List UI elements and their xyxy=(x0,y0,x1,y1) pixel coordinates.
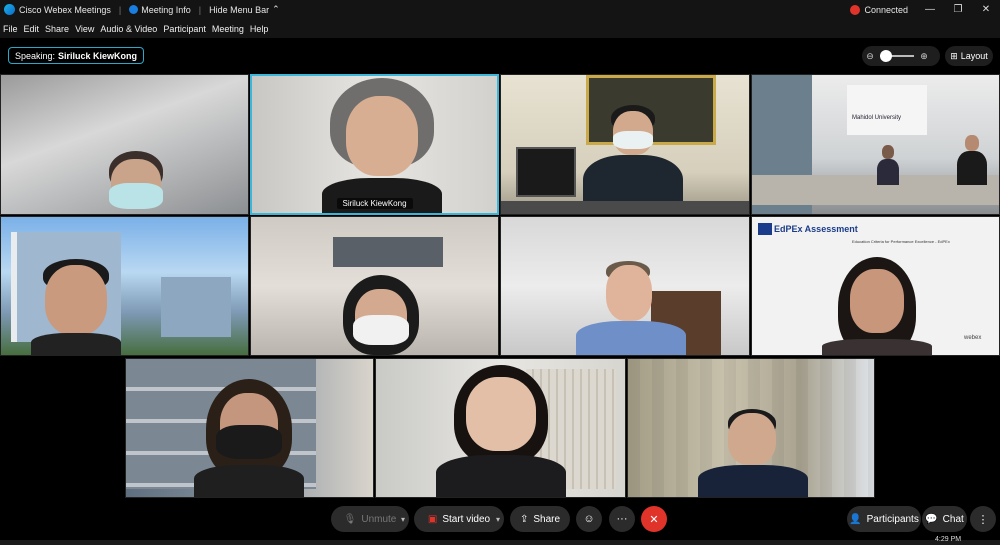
chevron-down-icon[interactable]: ▾ xyxy=(496,515,500,524)
title-separator: | xyxy=(198,4,202,15)
menu-share[interactable]: Share xyxy=(45,24,69,34)
panel-options-button[interactable]: ⋮ xyxy=(970,506,996,532)
menu-view[interactable]: View xyxy=(75,24,94,34)
webex-watermark: webex xyxy=(964,335,982,341)
menu-help[interactable]: Help xyxy=(250,24,269,34)
speaking-prefix: Speaking: xyxy=(15,50,56,61)
slide-title: EdPEx Assessment xyxy=(774,224,858,234)
room-sign-text: Mahidol University xyxy=(852,115,902,121)
menu-edit[interactable]: Edit xyxy=(24,24,40,34)
video-tile-1[interactable] xyxy=(0,74,249,215)
meeting-info-label: Meeting Info xyxy=(141,4,191,15)
restore-icon[interactable]: ❐ xyxy=(944,4,972,15)
share-icon: ⇪ xyxy=(519,513,529,525)
person-icon: 👤 xyxy=(849,513,862,525)
video-tile-active-speaker[interactable]: Siriluck KiewKong xyxy=(250,74,499,215)
zoom-slider[interactable]: ⊖ ⊕ xyxy=(862,46,940,66)
chat-button[interactable]: 💬 Chat xyxy=(922,506,967,532)
minimize-icon[interactable]: — xyxy=(916,4,944,15)
meeting-info-button[interactable]: Meeting Info xyxy=(129,5,191,15)
menu-file[interactable]: File xyxy=(3,24,18,34)
speaking-indicator: Speaking: Siriluck KiewKong xyxy=(8,47,145,64)
hide-menu-bar-label: Hide Menu Bar xyxy=(209,4,270,15)
slide-subtitle: Education Criteria for Performance Excel… xyxy=(852,239,950,244)
zoom-knob[interactable] xyxy=(880,50,892,62)
chat-label: Chat xyxy=(942,513,964,525)
video-tile-6[interactable] xyxy=(250,216,499,356)
layout-button[interactable]: ⊞ Layout xyxy=(945,46,993,66)
menu-bar: File Edit Share View Audio & Video Parti… xyxy=(0,19,1000,38)
connection-status[interactable]: Connected xyxy=(864,5,908,15)
title-bar: Cisco Webex Meetings | Meeting Info | Hi… xyxy=(0,0,1000,19)
more-icon: ⋮ xyxy=(977,513,989,526)
connection-status-icon xyxy=(850,4,861,15)
zoom-track[interactable] xyxy=(880,50,914,62)
close-icon[interactable]: ✕ xyxy=(972,4,1000,15)
close-icon: ✕ xyxy=(649,513,659,526)
participant-name-tag: Siriluck KiewKong xyxy=(336,198,413,209)
microphone-muted-icon: 🎙 xyxy=(343,513,357,525)
chevron-down-icon[interactable]: ▾ xyxy=(401,515,405,524)
smiley-icon: ☺ xyxy=(583,513,595,525)
zoom-in-icon[interactable]: ⊕ xyxy=(916,51,932,62)
taskbar xyxy=(0,540,1000,545)
video-tile-5[interactable] xyxy=(0,216,249,356)
unmute-label: Unmute xyxy=(361,513,397,525)
speaking-name: Siriluck KiewKong xyxy=(58,50,138,61)
app-title: Cisco Webex Meetings xyxy=(19,4,111,15)
video-tile-11[interactable] xyxy=(627,358,875,498)
reactions-button[interactable]: ☺ xyxy=(576,506,602,532)
layout-label: Layout xyxy=(960,51,988,61)
start-video-button[interactable]: ▣ Start video ▾ xyxy=(414,506,504,532)
video-tile-8-slide[interactable]: EdPEx Assessment Education Criteria for … xyxy=(751,216,1000,356)
participants-label: Participants xyxy=(866,513,919,525)
video-tile-4[interactable]: Mahidol University xyxy=(751,74,1000,215)
more-options-button[interactable]: ··· xyxy=(609,506,635,532)
zoom-out-icon[interactable]: ⊖ xyxy=(862,51,878,62)
info-icon xyxy=(129,5,139,14)
menu-meeting[interactable]: Meeting xyxy=(212,24,244,34)
unmute-button[interactable]: 🎙 Unmute ▾ xyxy=(331,506,409,532)
share-label: Share xyxy=(533,513,561,525)
menu-audio-video[interactable]: Audio & Video xyxy=(100,24,157,34)
meeting-controls: 🎙 Unmute ▾ ▣ Start video ▾ ⇪ Share ☺ ···… xyxy=(0,498,1000,540)
hide-menu-bar-button[interactable]: Hide Menu Bar ⌃ xyxy=(209,4,280,15)
layout-icon: ⊞ xyxy=(950,50,958,61)
video-tile-10[interactable] xyxy=(375,358,626,498)
chevron-up-icon: ⌃ xyxy=(272,4,280,14)
video-camera-off-icon: ▣ xyxy=(427,513,438,525)
title-separator: | xyxy=(118,4,122,15)
menu-participant[interactable]: Participant xyxy=(163,24,206,34)
video-tile-7[interactable] xyxy=(500,216,750,356)
video-tile-3[interactable] xyxy=(500,74,750,215)
info-row: Speaking: Siriluck KiewKong ⊖ ⊕ ⊞ Layout xyxy=(0,38,1000,74)
chat-bubble-icon: 💬 xyxy=(925,513,938,525)
webex-logo-icon xyxy=(4,4,15,15)
participants-button[interactable]: 👤 Participants xyxy=(847,506,921,532)
share-button[interactable]: ⇪ Share xyxy=(510,506,570,532)
start-video-label: Start video xyxy=(442,513,491,525)
video-tile-9[interactable] xyxy=(125,358,374,498)
leave-meeting-button[interactable]: ✕ xyxy=(641,506,667,532)
taskbar-clock: 4:29 PM xyxy=(935,536,962,543)
more-icon: ··· xyxy=(616,513,628,525)
